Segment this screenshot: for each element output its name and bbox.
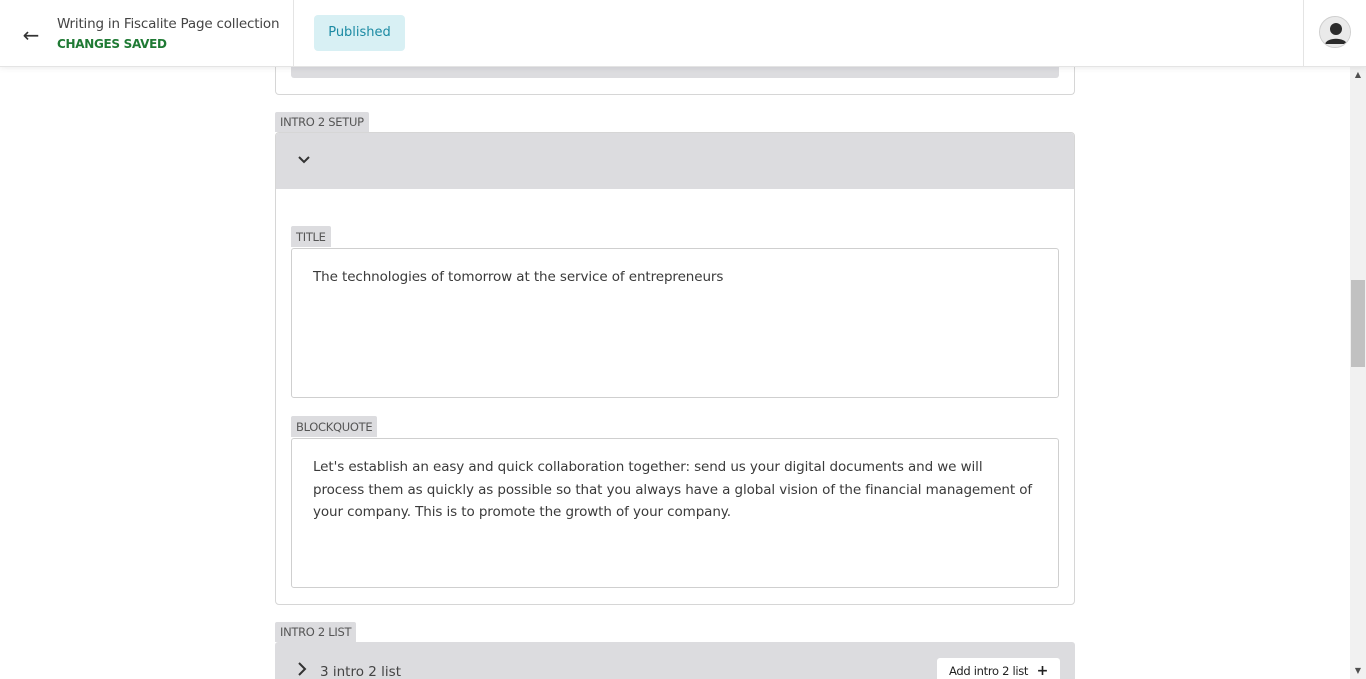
previous-section-bar bbox=[291, 67, 1059, 78]
previous-section-panel bbox=[275, 67, 1075, 95]
scrollbar-thumb[interactable] bbox=[1351, 280, 1365, 367]
title-field-label: TITLE bbox=[291, 226, 331, 247]
chevron-down-icon[interactable] bbox=[296, 152, 312, 168]
page-title: Writing in Fiscalite Page collection bbox=[57, 16, 280, 32]
top-header: ← Writing in Fiscalite Page collection C… bbox=[0, 0, 1366, 67]
intro2-list-panel: 3 intro 2 list Add intro 2 list + bbox=[275, 642, 1075, 679]
add-intro2-list-button[interactable]: Add intro 2 list + bbox=[937, 658, 1060, 679]
section-tag-intro2-setup: INTRO 2 SETUP bbox=[275, 112, 369, 132]
published-button[interactable]: Published bbox=[314, 15, 405, 51]
blockquote-field-label: BLOCKQUOTE bbox=[291, 416, 378, 437]
title-field[interactable]: The technologies of tomorrow at the serv… bbox=[291, 248, 1059, 398]
header-divider-right bbox=[1303, 0, 1304, 67]
scroll-up-arrow-icon[interactable]: ▲ bbox=[1350, 67, 1366, 83]
scroll-down-arrow-icon[interactable]: ▼ bbox=[1350, 663, 1366, 679]
vertical-scrollbar[interactable]: ▲ ▼ bbox=[1350, 67, 1366, 679]
header-divider bbox=[293, 0, 294, 67]
plus-icon: + bbox=[1036, 663, 1049, 679]
intro2-setup-panel: TITLE The technologies of tomorrow at th… bbox=[275, 132, 1075, 605]
save-status: CHANGES SAVED bbox=[57, 37, 167, 51]
add-intro2-list-label: Add intro 2 list bbox=[949, 664, 1029, 678]
back-arrow-icon[interactable]: ← bbox=[18, 22, 44, 48]
editor-content: INTRO 2 SETUP TITLE The technologies of … bbox=[0, 67, 1350, 679]
blockquote-field[interactable]: Let's establish an easy and quick collab… bbox=[291, 438, 1059, 588]
section-tag-intro2-list: INTRO 2 LIST bbox=[275, 622, 357, 642]
intro2-list-summary[interactable]: 3 intro 2 list bbox=[320, 664, 401, 679]
chevron-right-icon[interactable] bbox=[295, 661, 309, 677]
intro2-setup-header[interactable] bbox=[276, 133, 1074, 189]
avatar-icon[interactable] bbox=[1319, 16, 1351, 48]
